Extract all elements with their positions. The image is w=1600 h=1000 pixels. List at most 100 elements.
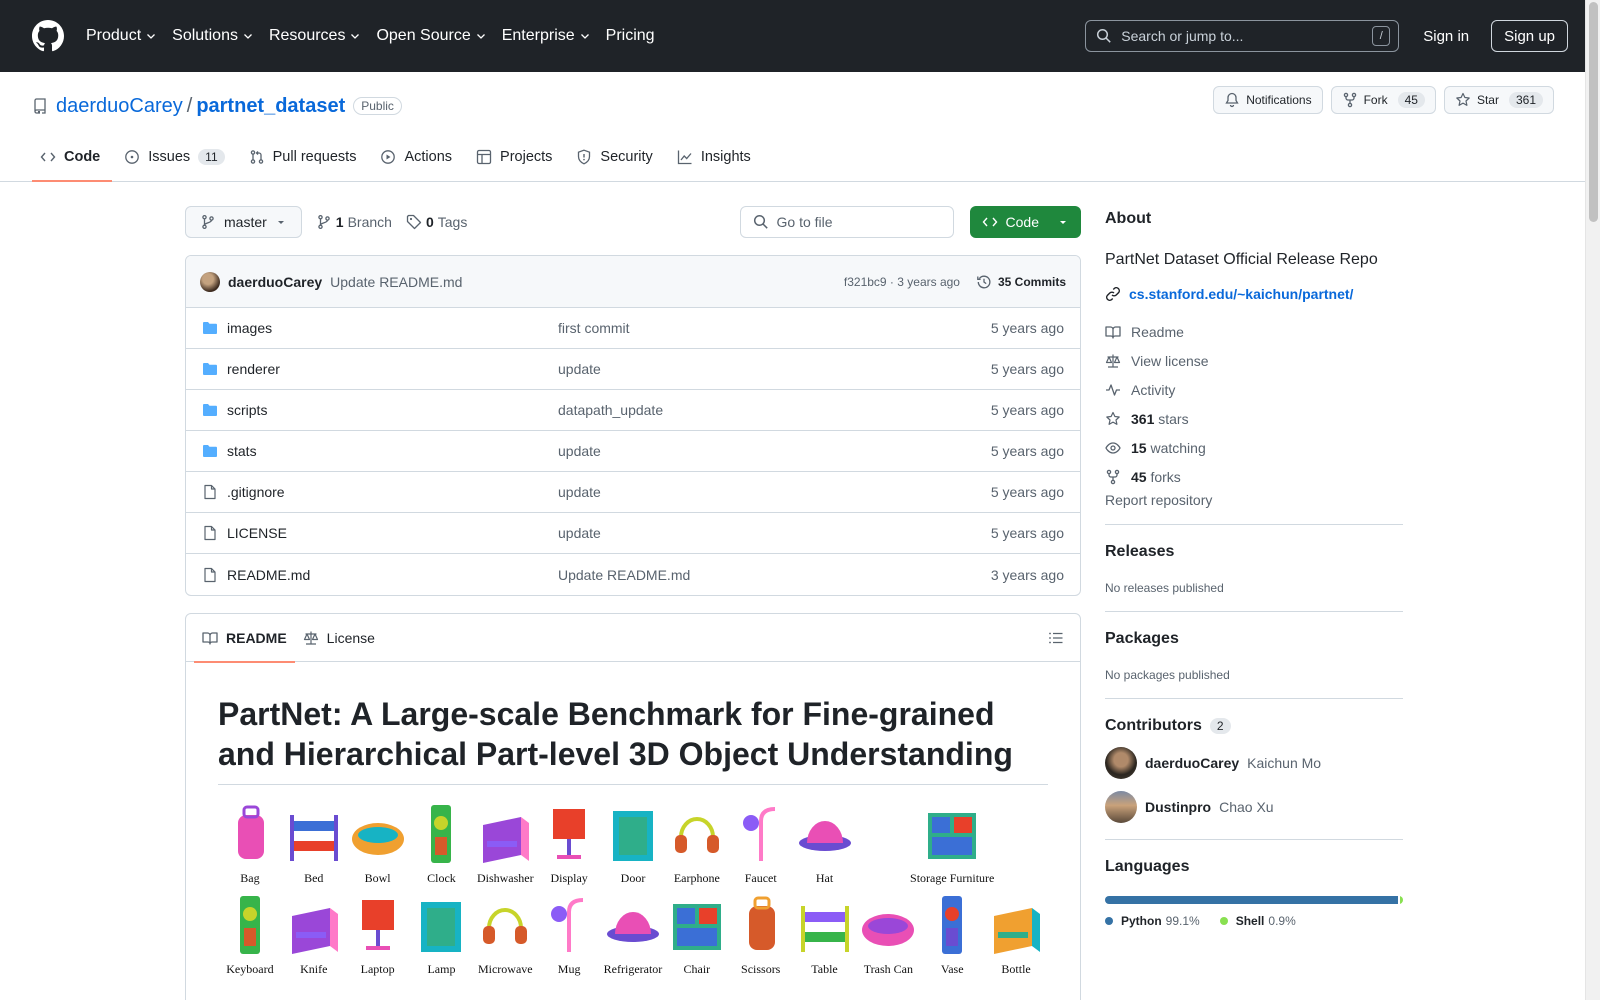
- tab-security[interactable]: Security: [568, 149, 664, 181]
- tab-actions[interactable]: Actions: [372, 149, 464, 181]
- sign-up-button[interactable]: Sign up: [1491, 20, 1568, 52]
- tag-count-label: Tags: [437, 214, 468, 230]
- contributor-item[interactable]: Dustinpro Chao Xu: [1105, 791, 1403, 823]
- file-name-link[interactable]: images: [227, 320, 558, 336]
- releases-section: Releases No releases published: [1105, 525, 1403, 612]
- repo-owner-link[interactable]: daerduoCarey: [56, 95, 183, 118]
- global-search-input[interactable]: Search or jump to... /: [1085, 20, 1400, 52]
- chevron-down-icon: [580, 34, 589, 39]
- object-render: [483, 817, 530, 863]
- file-name-link[interactable]: renderer: [227, 361, 558, 377]
- forks-link[interactable]: 45 forks: [1105, 462, 1403, 491]
- activity-link[interactable]: Activity: [1105, 375, 1403, 404]
- report-repository-link[interactable]: Report repository: [1105, 492, 1403, 525]
- folder-icon: [203, 322, 217, 334]
- file-row[interactable]: stats update 5 years ago: [186, 431, 1080, 472]
- file-commit-link[interactable]: update: [558, 361, 991, 377]
- releases-heading[interactable]: Releases: [1105, 543, 1403, 561]
- file-name-link[interactable]: stats: [227, 443, 558, 459]
- nav-product[interactable]: Product: [86, 27, 157, 45]
- header-actions: Search or jump to... / Sign in Sign up: [1085, 20, 1568, 52]
- nav-open-source[interactable]: Open Source: [376, 27, 486, 45]
- stars-link[interactable]: 361 stars: [1105, 404, 1403, 433]
- commits-history-link[interactable]: 35 Commits: [976, 274, 1066, 290]
- notifications-label: Notifications: [1246, 93, 1312, 107]
- file-name-link[interactable]: .gitignore: [227, 484, 558, 500]
- tab-issues[interactable]: Issues 11: [116, 149, 236, 181]
- tab-pull-requests[interactable]: Pull requests: [241, 149, 369, 181]
- readme-tab-label: README: [226, 629, 287, 646]
- file-row[interactable]: images first commit 5 years ago: [186, 308, 1080, 349]
- star-button[interactable]: Star 361: [1443, 86, 1554, 114]
- scrollbar-thumb[interactable]: [1589, 2, 1598, 222]
- github-logo-icon[interactable]: [32, 20, 64, 52]
- homepage-url: cs.stanford.edu/~kaichun/partnet/: [1129, 286, 1354, 302]
- object-label: Clock: [427, 871, 456, 885]
- branch-name: master: [224, 214, 267, 230]
- object-label: Vase: [940, 962, 964, 976]
- file-row[interactable]: LICENSE update 5 years ago: [186, 513, 1080, 554]
- file-commit-link[interactable]: update: [558, 443, 991, 459]
- sign-in-link[interactable]: Sign in: [1423, 28, 1469, 45]
- contributors-section: Contributors 2 daerduoCarey Kaichun Mo D…: [1105, 699, 1403, 840]
- language-item[interactable]: Shell 0.9%: [1219, 914, 1296, 928]
- about-description: PartNet Dataset Official Release Repo: [1105, 251, 1378, 268]
- contributors-heading[interactable]: Contributors 2: [1105, 717, 1403, 735]
- page-scrollbar[interactable]: [1585, 0, 1600, 1000]
- license-tab[interactable]: License: [295, 614, 383, 662]
- object-label: Bowl: [364, 871, 391, 885]
- object-render: [289, 815, 338, 861]
- avatar[interactable]: [200, 271, 220, 292]
- commit-message-link[interactable]: Update README.md: [330, 274, 462, 290]
- readme-link[interactable]: Readme: [1105, 317, 1403, 346]
- object-render: [800, 906, 849, 952]
- object-label: Dishwasher: [476, 871, 534, 885]
- watchers-link[interactable]: 15 watching: [1105, 433, 1403, 462]
- repo-name-link[interactable]: partnet_dataset: [196, 95, 345, 118]
- nav-enterprise[interactable]: Enterprise: [502, 27, 591, 45]
- language-item[interactable]: Python 99.1%: [1105, 914, 1200, 928]
- nav-solutions[interactable]: Solutions: [172, 27, 254, 45]
- code-dropdown-button[interactable]: Code: [969, 206, 1081, 238]
- commit-author-link[interactable]: daerduoCarey: [228, 274, 322, 290]
- nav-resources[interactable]: Resources: [269, 27, 361, 45]
- issue-icon: [125, 150, 140, 164]
- branches-link[interactable]: 1 Branch: [316, 214, 392, 230]
- homepage-link[interactable]: cs.stanford.edu/~kaichun/partnet/: [1105, 286, 1403, 302]
- commit-hash-time[interactable]: f321bc9 · 3 years ago: [844, 275, 960, 289]
- contributor-name: Chao Xu: [1219, 799, 1274, 815]
- packages-empty: No packages published: [1105, 668, 1230, 682]
- object-render: [431, 805, 452, 863]
- file-commit-link[interactable]: Update README.md: [558, 567, 991, 583]
- tab-projects[interactable]: Projects: [468, 149, 564, 181]
- file-row[interactable]: .gitignore update 5 years ago: [186, 472, 1080, 513]
- go-to-file-input[interactable]: Go to file: [739, 206, 954, 238]
- fork-button[interactable]: Fork 45: [1330, 86, 1436, 114]
- file-commit-link[interactable]: update: [558, 525, 991, 541]
- table-of-contents-button[interactable]: [1048, 630, 1064, 646]
- tab-insights[interactable]: Insights: [669, 149, 763, 181]
- file-type-icon: [202, 402, 218, 418]
- object-category: Hat: [793, 801, 857, 886]
- file-commit-link[interactable]: datapath_update: [558, 402, 991, 418]
- tags-link[interactable]: 0 Tags: [406, 214, 467, 230]
- tab-code[interactable]: Code: [32, 149, 113, 182]
- stars-label: stars: [1158, 410, 1189, 427]
- license-link[interactable]: View license: [1105, 346, 1403, 375]
- packages-heading[interactable]: Packages: [1105, 630, 1403, 648]
- file-row[interactable]: README.md Update README.md 3 years ago: [186, 554, 1080, 595]
- file-name-link[interactable]: README.md: [227, 567, 558, 583]
- file-commit-link[interactable]: update: [558, 484, 991, 500]
- file-name-link[interactable]: scripts: [227, 402, 558, 418]
- eye-icon: [1105, 441, 1121, 454]
- file-name-link[interactable]: LICENSE: [227, 525, 558, 541]
- file-row[interactable]: renderer update 5 years ago: [186, 349, 1080, 390]
- file-row[interactable]: scripts datapath_update 5 years ago: [186, 390, 1080, 431]
- file-commit-link[interactable]: first commit: [558, 320, 991, 336]
- readme-tab[interactable]: README: [194, 614, 295, 663]
- contributor-item[interactable]: daerduoCarey Kaichun Mo: [1105, 747, 1403, 779]
- nav-pricing[interactable]: Pricing: [606, 27, 655, 45]
- languages-heading: Languages: [1105, 858, 1190, 875]
- branch-select[interactable]: master: [185, 206, 302, 238]
- notifications-button[interactable]: Notifications: [1213, 86, 1323, 114]
